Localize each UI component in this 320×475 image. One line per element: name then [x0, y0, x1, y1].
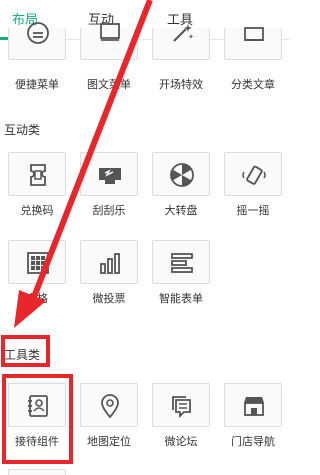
tile-label: 便捷菜单: [15, 78, 59, 91]
highlight-reception-tile: [2, 374, 73, 464]
tile-label: 分类文章: [231, 78, 275, 91]
tile-scratch-card-box: [80, 152, 138, 196]
tile-next-row-peek: [8, 469, 66, 475]
tile-label: 智能表单: [159, 292, 203, 305]
magic-wand-icon: [173, 24, 194, 42]
tile-scratch-card[interactable]: 刮刮乐: [80, 152, 138, 217]
tile-opening-effect[interactable]: 开场特效: [152, 24, 210, 91]
tile-label: 兑换码: [20, 204, 54, 217]
tile-image-menu[interactable]: 图文菜单: [80, 23, 138, 91]
tile-image-menu-box: [80, 23, 138, 60]
tile-category-article[interactable]: 分类文章: [224, 27, 282, 91]
tile-store-nav[interactable]: 门店导航: [224, 383, 282, 448]
tile-label: 开场特效: [159, 78, 203, 91]
tile-redeem-code[interactable]: 兑换码: [8, 152, 66, 217]
ticket-icon: [30, 164, 46, 186]
tile-shake[interactable]: 摇一摇: [224, 152, 282, 217]
tile-label: 宫格: [26, 292, 48, 305]
category-icon: [244, 27, 264, 41]
tile-label: 地图定位: [87, 435, 131, 448]
tile-map-location-box: [80, 383, 138, 427]
tile-quick-menu-box: [8, 22, 66, 60]
tile-redeem-code-box: [8, 152, 66, 196]
tile-big-wheel[interactable]: 大转盘: [152, 152, 210, 217]
form-icon: [171, 253, 193, 273]
tile-smart-form-box: [152, 240, 210, 284]
shake-phone-icon: [242, 165, 266, 185]
tile-vote[interactable]: 微投票: [80, 240, 138, 305]
tile-grid[interactable]: 宫格: [8, 240, 66, 305]
tile-category-article-box: [224, 27, 282, 60]
tile-opening-effect-box: [152, 24, 210, 60]
tile-map-location[interactable]: 地图定位: [80, 383, 138, 448]
tile-grid-box: [8, 240, 66, 284]
tile-forum[interactable]: 微论坛: [152, 383, 210, 448]
section-title-interactive: 互动类: [4, 123, 41, 137]
scratch-card-icon: [99, 168, 121, 184]
tile-quick-menu[interactable]: 便捷菜单: [8, 22, 66, 91]
tile-store-nav-box: [224, 383, 282, 427]
tile-label: 大转盘: [164, 204, 198, 217]
tile-smart-form[interactable]: 智能表单: [152, 240, 210, 305]
tile-label: 摇一摇: [236, 204, 270, 217]
tile-label: 门店导航: [231, 435, 275, 448]
wheel-icon: [170, 163, 194, 187]
image-menu-icon: [100, 23, 120, 41]
store-icon: [244, 397, 264, 416]
tile-label: 微投票: [92, 292, 126, 305]
tile-big-wheel-box: [152, 152, 210, 196]
forum-icon: [172, 396, 191, 419]
list-circle-icon: [27, 22, 49, 44]
tile-label: 刮刮乐: [92, 204, 126, 217]
map-pin-icon: [101, 394, 119, 419]
bar-chart-icon: [100, 253, 120, 274]
highlight-tools-title: [1, 335, 50, 367]
tile-shake-box: [224, 152, 282, 196]
tile-forum-box: [152, 383, 210, 427]
tile-label: 图文菜单: [87, 78, 131, 91]
tile-label: 微论坛: [164, 435, 198, 448]
grid-icon: [27, 252, 49, 274]
tile-vote-box: [80, 240, 138, 284]
